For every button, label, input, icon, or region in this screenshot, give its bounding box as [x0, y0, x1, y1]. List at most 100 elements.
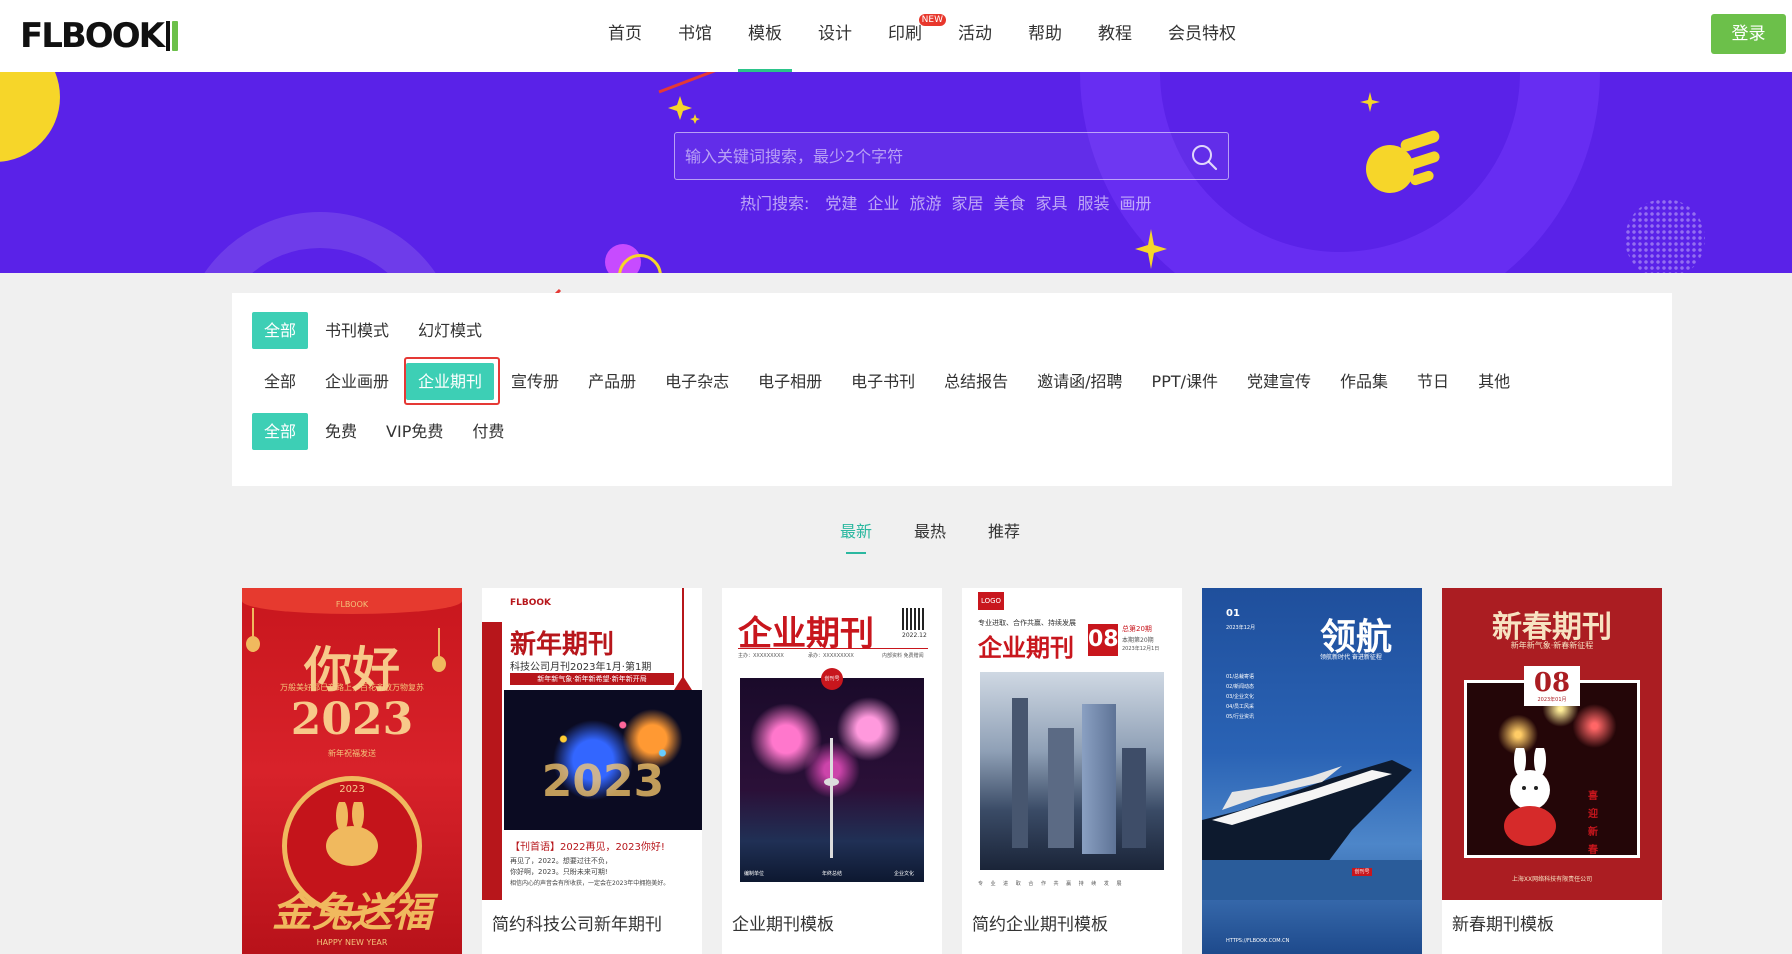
- category-ppt[interactable]: PPT/课件: [1140, 363, 1230, 400]
- category-portfolio[interactable]: 作品集: [1328, 363, 1400, 400]
- mode-all[interactable]: 全部: [252, 312, 309, 349]
- category-all[interactable]: 全部: [252, 363, 308, 400]
- cover-logo: LOGO: [978, 592, 1004, 610]
- logo-bar: [165, 21, 170, 51]
- cover-issue: 本期第20期: [1122, 637, 1154, 644]
- template-card[interactable]: LOGO 专业进取、合作共赢、持续发展 企业期刊 08 总第20期 本期第20期…: [962, 588, 1182, 954]
- cover-date: 2022.12: [902, 632, 927, 639]
- cover-foot: 年终总结: [822, 871, 843, 877]
- cover-footer: HAPPY NEW YEAR: [316, 938, 388, 947]
- cover-date: 2023年01月: [1537, 697, 1567, 703]
- hot-tag[interactable]: 服装: [1078, 190, 1110, 214]
- template-cover: FLBOOK 你好 万般美好都已在路上，百花齐放万物复苏 2023 新年祝福发送…: [242, 588, 462, 954]
- rabbit-icon: [326, 802, 378, 866]
- category-product[interactable]: 产品册: [576, 363, 648, 400]
- category-ebook[interactable]: 电子书刊: [839, 363, 927, 400]
- sort-hottest[interactable]: 最热: [914, 518, 946, 542]
- cover-body: 你好啊，2023。只盼未来可期!: [510, 868, 608, 876]
- hot-tag[interactable]: 美食: [993, 190, 1025, 214]
- search-banner: 热门搜索: 党建 企业 旅游 家居 美食 家具 服装 画册: [0, 72, 1792, 273]
- cover-footer: 上海XX网络科技有限责任公司: [1511, 876, 1593, 883]
- nav-templates[interactable]: 模板: [730, 0, 800, 72]
- hot-searches: 热门搜索: 党建 企业 旅游 家居 美食 家具 服装 画册: [740, 190, 1152, 214]
- nav-print-label: 印刷: [888, 24, 922, 44]
- category-holiday[interactable]: 节日: [1405, 363, 1461, 400]
- logo-text: FLBOOK: [20, 16, 165, 56]
- mode-filter-row: 全部 书刊模式 幻灯模式: [252, 312, 499, 349]
- category-journal[interactable]: 企业期刊: [406, 363, 495, 400]
- template-card[interactable]: FLBOOK 你好 万般美好都已在路上，百花齐放万物复苏 2023 新年祝福发送…: [242, 588, 462, 954]
- nav-library[interactable]: 书馆: [660, 0, 730, 72]
- nav-help[interactable]: 帮助: [1010, 0, 1080, 72]
- sparkle-icon-bottom: [1135, 229, 1167, 269]
- building-shape: [1012, 698, 1028, 848]
- cover-date: 2023年12月: [1226, 625, 1256, 631]
- cover-meta: 主办：XXXXXXXXX: [738, 653, 784, 659]
- category-brochure[interactable]: 企业画册: [313, 363, 401, 400]
- category-leaflet[interactable]: 宣传册: [499, 363, 571, 400]
- search-icon[interactable]: [1190, 143, 1218, 171]
- cover-foot: 企业文化: [894, 871, 915, 877]
- template-cover: FLBOOK 新年期刊 科技公司月刊2023年1月·第1期 新年新气象·新年新希…: [482, 588, 702, 900]
- red-side-bar: [482, 622, 502, 900]
- template-title[interactable]: 简约企业期刊模板: [972, 910, 1108, 935]
- lantern-string: [252, 608, 254, 638]
- nav-print[interactable]: 印刷 NEW: [870, 0, 946, 72]
- login-button[interactable]: 登录: [1711, 14, 1786, 54]
- cover-number: 08: [1088, 624, 1119, 656]
- template-title[interactable]: 企业期刊模板: [732, 910, 834, 935]
- category-report[interactable]: 总结报告: [932, 363, 1020, 400]
- price-all[interactable]: 全部: [252, 413, 309, 450]
- template-card[interactable]: 企业期刊 2022.12 主办：XXXXXXXXX 承办：XXXXXXXXX 内…: [722, 588, 942, 954]
- cover-meta: 承办：XXXXXXXXX: [808, 653, 854, 659]
- nav-events[interactable]: 活动: [940, 0, 1010, 72]
- cover-subtitle: 新年新气象·新春新征程: [1510, 641, 1594, 650]
- cover-calligraphy: 金兔送福: [272, 889, 432, 936]
- hot-tag[interactable]: 画册: [1120, 190, 1152, 214]
- nav-tutorial[interactable]: 教程: [1080, 0, 1150, 72]
- price-paid[interactable]: 付费: [460, 413, 516, 450]
- price-vip-free[interactable]: VIP免费: [374, 413, 455, 450]
- category-invitation[interactable]: 邀请函/招聘: [1025, 363, 1134, 400]
- price-free[interactable]: 免费: [313, 413, 369, 450]
- nav-design[interactable]: 设计: [800, 0, 870, 72]
- cover-banner: 新年新气象·新年新希望·新年新开局: [510, 673, 674, 685]
- category-album[interactable]: 电子相册: [746, 363, 834, 400]
- nav-vip[interactable]: 会员特权: [1150, 0, 1254, 72]
- search-box: [674, 132, 1229, 180]
- cover-meta: 内部资料 免费赠阅: [882, 653, 924, 659]
- template-cover: 新春期刊 新年新气象·新春新征程 08 2023年01月 喜迎新春 上海XX网络…: [1442, 588, 1662, 900]
- cover-year: 2023: [290, 694, 414, 745]
- template-card[interactable]: FLBOOK 新年期刊 科技公司月刊2023年1月·第1期 新年新气象·新年新希…: [482, 588, 702, 954]
- cover-date: 2023年12月1日: [1122, 646, 1160, 652]
- template-title[interactable]: 新春期刊模板: [1452, 910, 1554, 935]
- template-card[interactable]: 01 2023年12月 领航 领航新时代 奋进新征程 01/总裁寄语 02/新闻…: [1202, 588, 1422, 954]
- hot-tag[interactable]: 企业: [867, 190, 899, 214]
- category-magazine[interactable]: 电子杂志: [653, 363, 741, 400]
- search-input[interactable]: [685, 133, 1155, 179]
- tower-shape: [830, 738, 833, 858]
- category-party[interactable]: 党建宣传: [1235, 363, 1323, 400]
- cover-footer: 专 业 进 取 合 作 共 赢 持 续 发 展: [978, 881, 1125, 887]
- cover-list-item: 02/新闻动态: [1226, 684, 1255, 690]
- hot-tag[interactable]: 党建: [825, 190, 857, 214]
- hot-tag[interactable]: 家居: [951, 190, 983, 214]
- mode-book[interactable]: 书刊模式: [313, 312, 401, 349]
- cover-brand: FLBOOK: [335, 600, 369, 609]
- nav-home[interactable]: 首页: [590, 0, 660, 72]
- sort-newest[interactable]: 最新: [840, 518, 872, 554]
- filter-panel: 全部 书刊模式 幻灯模式 全部 企业画册 企业期刊 宣传册 产品册 电子杂志 电…: [232, 293, 1672, 486]
- hot-tag[interactable]: 家具: [1035, 190, 1067, 214]
- cover-footer: HTTPS://FLBOOK.COM.CN: [1226, 938, 1290, 944]
- building-shape: [1082, 704, 1116, 854]
- template-title[interactable]: 简约科技公司新年期刊: [492, 910, 662, 935]
- hot-tag[interactable]: 旅游: [909, 190, 941, 214]
- flbook-logo[interactable]: FLBOOK: [20, 16, 178, 56]
- cover-foot: 编制单位: [744, 871, 765, 877]
- sort-recommended[interactable]: 推荐: [988, 518, 1020, 542]
- cover-issue: 总第20期: [1122, 625, 1152, 633]
- mode-slide[interactable]: 幻灯模式: [406, 312, 494, 349]
- category-other[interactable]: 其他: [1466, 363, 1522, 400]
- template-card[interactable]: 新春期刊 新年新气象·新春新征程 08 2023年01月 喜迎新春 上海XX网络…: [1442, 588, 1662, 954]
- building-shape: [1048, 728, 1074, 848]
